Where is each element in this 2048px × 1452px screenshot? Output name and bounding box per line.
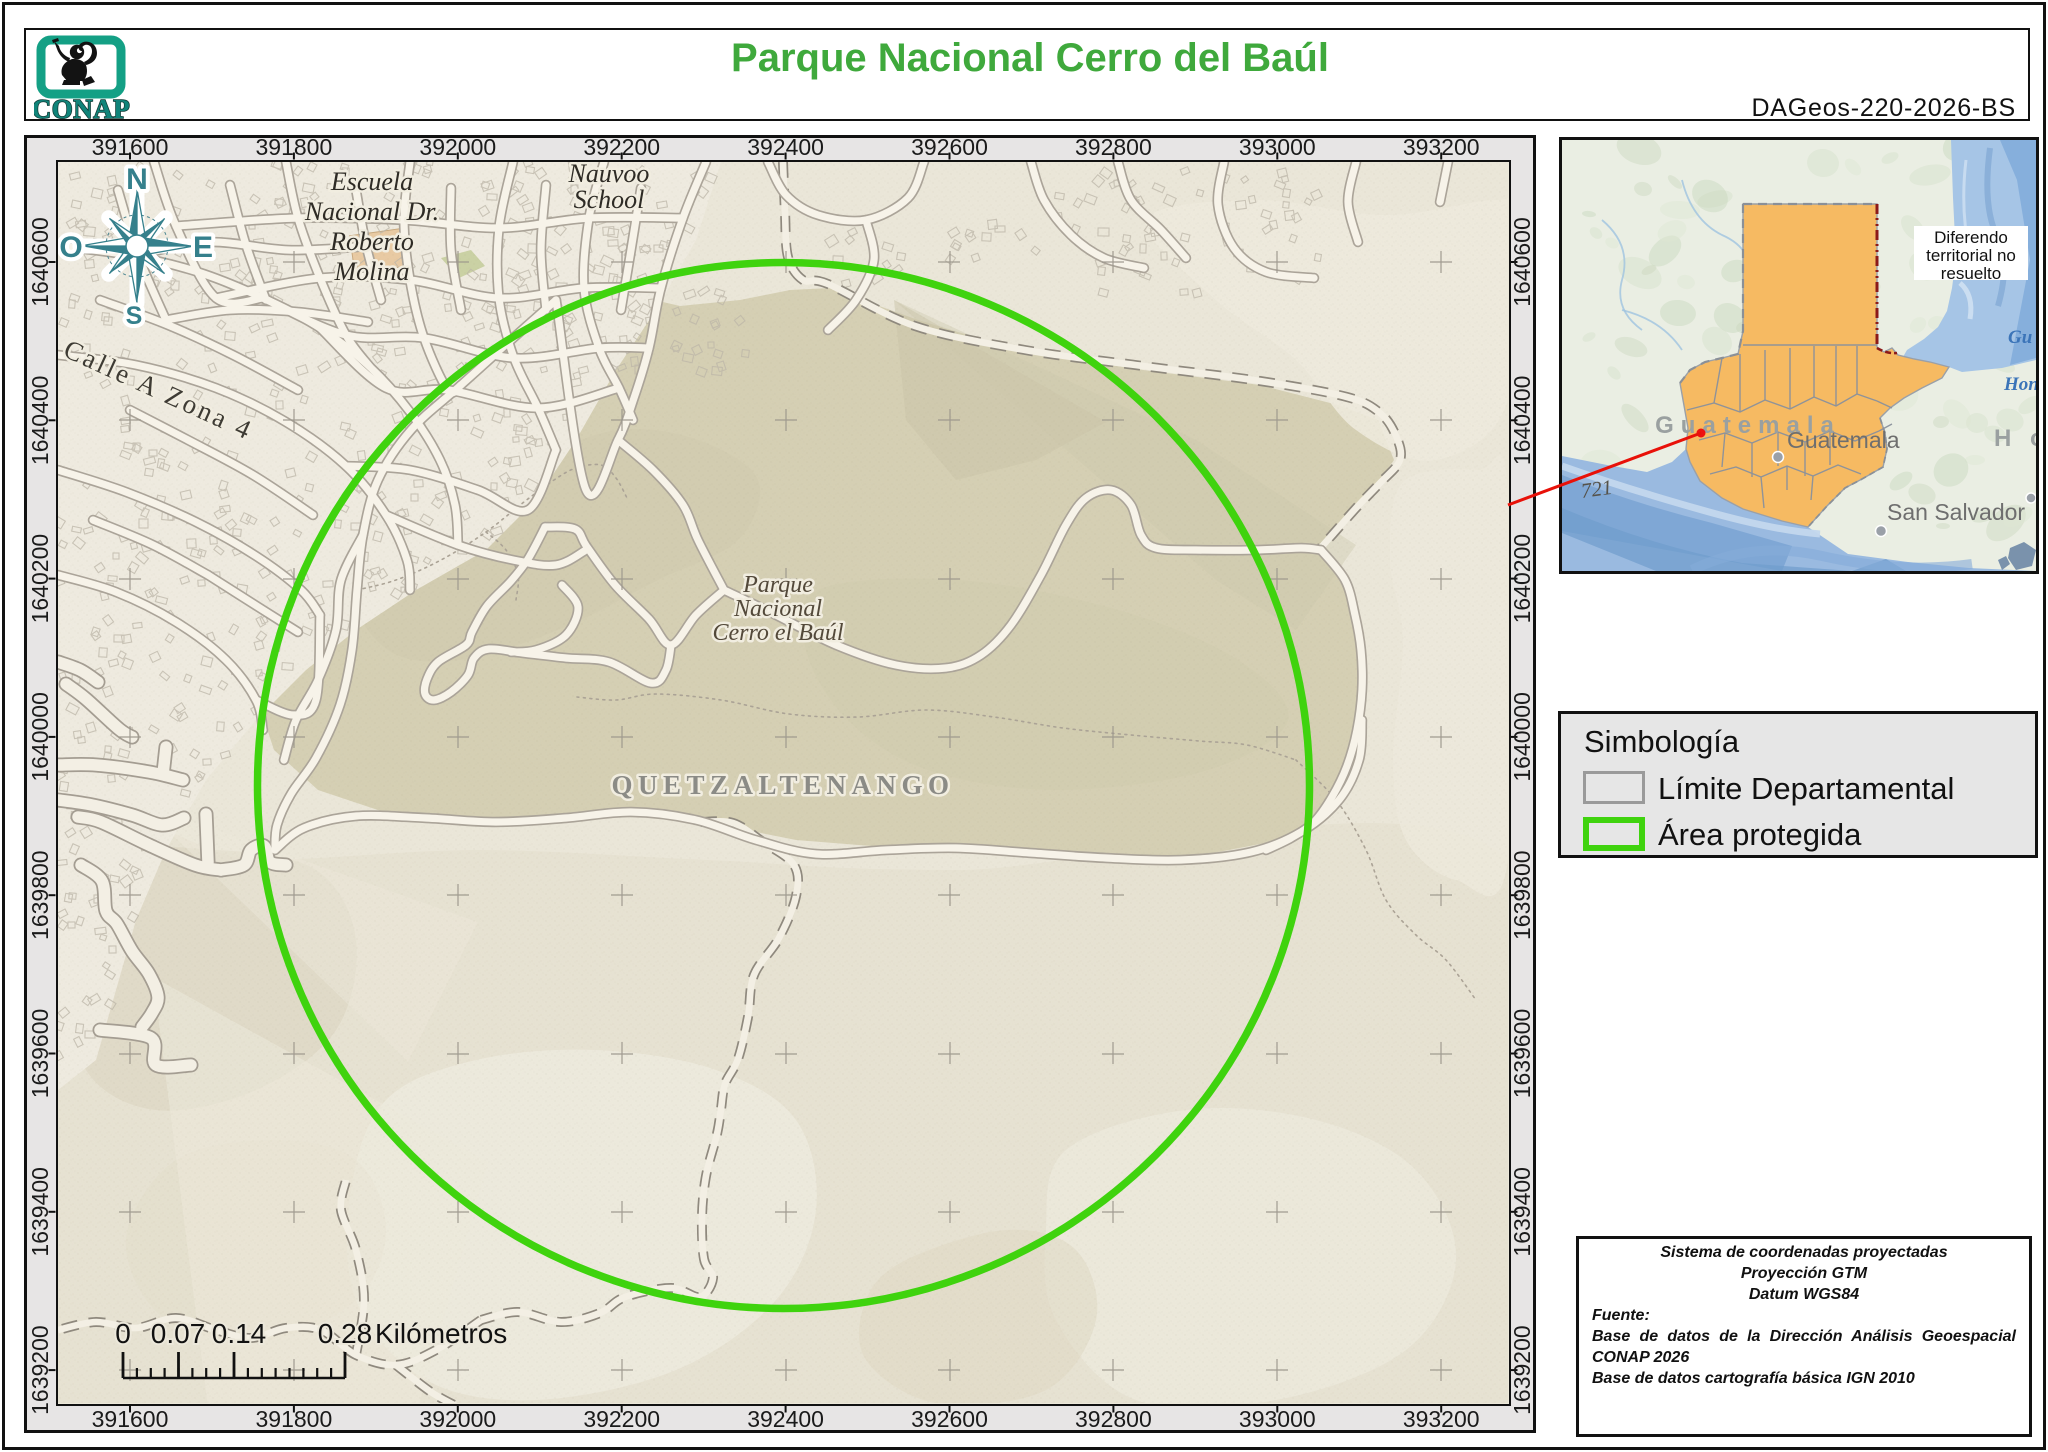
- svg-text:391600: 391600: [92, 138, 169, 160]
- svg-text:392800: 392800: [1075, 1406, 1152, 1430]
- svg-text:Escuela: Escuela: [329, 167, 412, 196]
- svg-text:721: 721: [1579, 475, 1614, 503]
- svg-text:392200: 392200: [583, 138, 660, 160]
- svg-text:392200: 392200: [583, 1406, 660, 1430]
- svg-text:O: O: [59, 231, 82, 264]
- svg-text:1639800: 1639800: [1509, 850, 1533, 940]
- svg-text:393200: 393200: [1403, 1406, 1480, 1430]
- svg-text:393200: 393200: [1403, 138, 1480, 160]
- svg-text:Parque: Parque: [742, 572, 813, 598]
- svg-text:Molina: Molina: [333, 257, 409, 286]
- svg-text:QUETZALTENANGO: QUETZALTENANGO: [611, 770, 954, 800]
- svg-text:1639600: 1639600: [1509, 1009, 1533, 1099]
- svg-text:1640000: 1640000: [1509, 692, 1533, 782]
- svg-text:1640400: 1640400: [27, 376, 53, 466]
- svg-text:0.14: 0.14: [211, 1318, 266, 1349]
- svg-text:1640600: 1640600: [27, 217, 53, 307]
- svg-text:Nacional Dr.: Nacional Dr.: [303, 197, 438, 226]
- svg-text:Nacional: Nacional: [733, 596, 822, 622]
- svg-text:391800: 391800: [256, 1406, 333, 1430]
- svg-text:1640600: 1640600: [1509, 217, 1533, 307]
- svg-text:1639200: 1639200: [1509, 1325, 1533, 1415]
- svg-text:territorial no: territorial no: [1926, 246, 2016, 265]
- svg-text:Gu: Gu: [2008, 327, 2032, 348]
- svg-text:Kilómetros: Kilómetros: [375, 1318, 507, 1349]
- svg-text:393000: 393000: [1239, 1406, 1316, 1430]
- svg-text:H o: H o: [1994, 425, 2036, 452]
- svg-text:Guatemala: Guatemala: [1787, 427, 1900, 453]
- svg-text:Hond: Hond: [2003, 374, 2036, 395]
- svg-text:1639800: 1639800: [27, 850, 53, 940]
- svg-text:resuelto: resuelto: [1941, 264, 2001, 283]
- svg-text:1640000: 1640000: [27, 692, 53, 782]
- svg-text:392600: 392600: [911, 138, 988, 160]
- svg-text:392400: 392400: [747, 138, 824, 160]
- svg-text:Cerro el Baúl: Cerro el Baúl: [712, 620, 843, 646]
- svg-text:1639400: 1639400: [27, 1167, 53, 1257]
- svg-text:391800: 391800: [256, 138, 333, 160]
- svg-text:392000: 392000: [419, 138, 496, 160]
- svg-text:1639400: 1639400: [1509, 1167, 1533, 1257]
- svg-text:S: S: [125, 302, 142, 330]
- svg-text:1639200: 1639200: [27, 1325, 53, 1415]
- svg-text:1640200: 1640200: [1509, 534, 1533, 624]
- svg-text:392600: 392600: [911, 1406, 988, 1430]
- svg-text:392800: 392800: [1075, 138, 1152, 160]
- svg-text:Roberto: Roberto: [329, 227, 414, 256]
- svg-text:San Salvador: San Salvador: [1887, 499, 2025, 525]
- svg-text:392000: 392000: [419, 1406, 496, 1430]
- svg-text:391600: 391600: [92, 1406, 169, 1430]
- svg-text:E: E: [192, 231, 212, 264]
- svg-text:N: N: [126, 163, 148, 196]
- svg-text:392400: 392400: [747, 1406, 824, 1430]
- svg-text:0: 0: [115, 1318, 131, 1349]
- svg-text:CONAP: CONAP: [34, 94, 130, 124]
- svg-text:393000: 393000: [1239, 138, 1316, 160]
- svg-text:1639600: 1639600: [27, 1009, 53, 1099]
- svg-text:Diferendo: Diferendo: [1934, 228, 2008, 247]
- svg-text:1640400: 1640400: [1509, 376, 1533, 466]
- svg-text:1640200: 1640200: [27, 534, 53, 624]
- svg-text:School: School: [573, 185, 644, 214]
- svg-text:0.28: 0.28: [317, 1318, 372, 1349]
- svg-text:0.07: 0.07: [150, 1318, 205, 1349]
